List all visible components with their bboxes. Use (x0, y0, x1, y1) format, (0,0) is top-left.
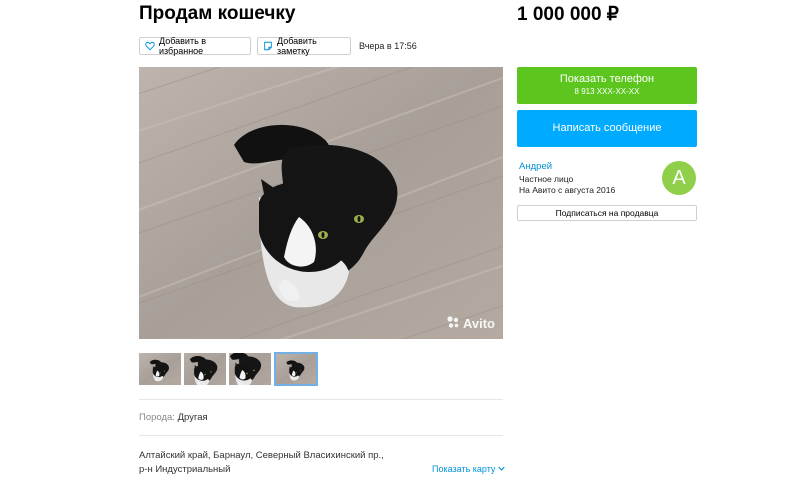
show-phone-button[interactable]: Показать телефон 8 913 XXX-XX-XX (517, 67, 697, 104)
breed-value: Другая (177, 412, 208, 423)
seller-since: На Авито с августа 2016 (519, 185, 616, 195)
seller-type: Частное лицо (519, 174, 574, 184)
page-title: Продам кошечку (139, 3, 296, 24)
avatar[interactable]: А (662, 161, 696, 195)
phone-number: 8 913 XXX-XX-XX (574, 87, 640, 96)
photo-thumbnail[interactable] (184, 353, 226, 385)
heart-icon (145, 41, 155, 51)
address-line-1: Алтайский край, Барнаул, Северный Власих… (139, 450, 384, 461)
note-icon (263, 41, 273, 51)
price: 1 000 000 ₽ (517, 4, 619, 25)
breed-param: Порода: Другая (139, 412, 208, 423)
avito-watermark-text: Avito (462, 316, 495, 331)
subscribe-seller-button[interactable]: Подписаться на продавца (517, 205, 697, 221)
show-map-link[interactable]: Показать карту (432, 464, 505, 474)
chevron-down-icon (498, 464, 505, 474)
posted-date: Вчера в 17:56 (359, 41, 417, 51)
address-line-2: р-н Индустриальный (139, 464, 231, 475)
show-map-label: Показать карту (432, 464, 496, 474)
avito-logo-icon (446, 315, 460, 332)
add-to-favorites-label: Добавить в избранное (159, 36, 207, 56)
add-to-favorites-button[interactable]: Добавить в избранное (139, 36, 251, 56)
add-note-button[interactable]: Добавить заметку (257, 36, 351, 56)
address: Алтайский край, Барнаул, Северный Власих… (139, 449, 384, 477)
add-note-label: Добавить заметку (277, 36, 317, 56)
photo-thumbnail[interactable] (229, 353, 271, 385)
write-message-button[interactable]: Написать сообщение (517, 110, 697, 147)
divider (139, 435, 503, 436)
seller-name-link[interactable]: Андрей (519, 161, 552, 172)
show-phone-label: Показать телефон (559, 73, 655, 85)
main-photo[interactable]: Avito (139, 67, 503, 339)
avito-watermark: Avito (446, 315, 495, 332)
photo-thumbnail-selected[interactable] (274, 352, 318, 386)
breed-label: Порода: (139, 412, 175, 423)
divider (139, 399, 503, 400)
photo-thumbnail[interactable] (139, 353, 181, 385)
